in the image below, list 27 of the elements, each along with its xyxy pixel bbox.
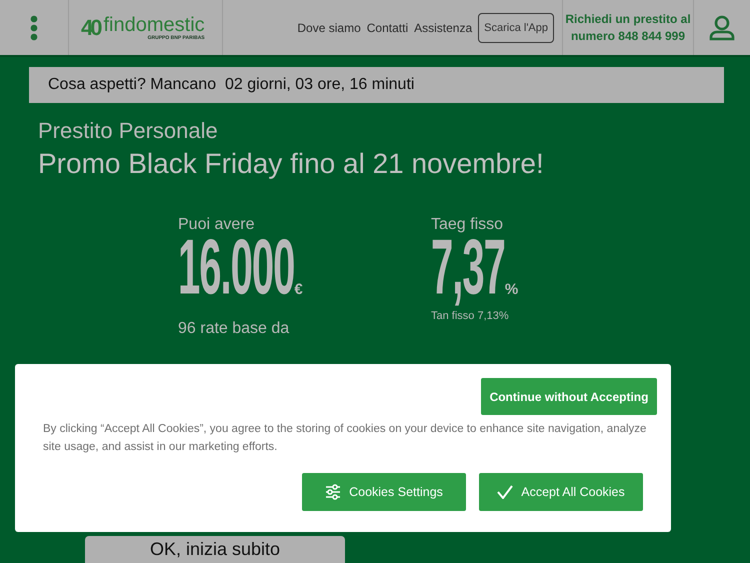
logo-anniversary: 40 bbox=[81, 14, 100, 40]
offer-note: Tan fisso 7,13% bbox=[431, 310, 510, 322]
offer-note: 96 rate base da bbox=[178, 320, 290, 338]
sliders-icon bbox=[325, 484, 342, 500]
countdown-bar: Cosa aspetti? Mancano 02 giorni, 03 ore, 16 minuti bbox=[29, 67, 724, 103]
user-icon[interactable] bbox=[709, 14, 735, 40]
subtitle: Prestito Personale bbox=[38, 118, 219, 144]
offer-value: 16.000 bbox=[178, 236, 294, 309]
nav-link[interactable]: Assistenza bbox=[414, 20, 472, 34]
promo-title: Promo Black Friday fino al 21 novembre! bbox=[38, 148, 545, 180]
offer-unit: € bbox=[294, 281, 303, 298]
accept-all-cookies-button[interactable]: Accept All Cookies bbox=[479, 472, 643, 511]
nav-link[interactable]: Dove siamo bbox=[297, 20, 361, 34]
offer-label: Puoi avere bbox=[178, 216, 256, 234]
phone-text: numero 848 844 999 bbox=[570, 28, 686, 44]
menu-icon[interactable] bbox=[30, 14, 38, 40]
app-download-button[interactable]: Scarica l'App bbox=[478, 12, 554, 42]
start-button[interactable]: OK, inizia subito bbox=[85, 536, 345, 563]
offer-label: Taeg fisso bbox=[431, 216, 504, 234]
offer-value: 7,37 bbox=[431, 236, 505, 309]
offer-unit: % bbox=[504, 281, 518, 298]
cookie-settings-button[interactable]: Cookies Settings bbox=[302, 472, 466, 511]
cookie-text: By clicking “Accept All Cookies”, you agree to the storing of cookies on your device to enhance site navigation, analyze site usage, and assist in our marketing efforts. bbox=[43, 422, 648, 455]
nav-link[interactable]: Contatti bbox=[366, 20, 408, 34]
continue-without-accepting-button[interactable]: Continue without Accepting bbox=[481, 378, 657, 415]
phone-text: Richiedi un prestito al bbox=[565, 11, 691, 28]
check-icon bbox=[497, 484, 514, 499]
